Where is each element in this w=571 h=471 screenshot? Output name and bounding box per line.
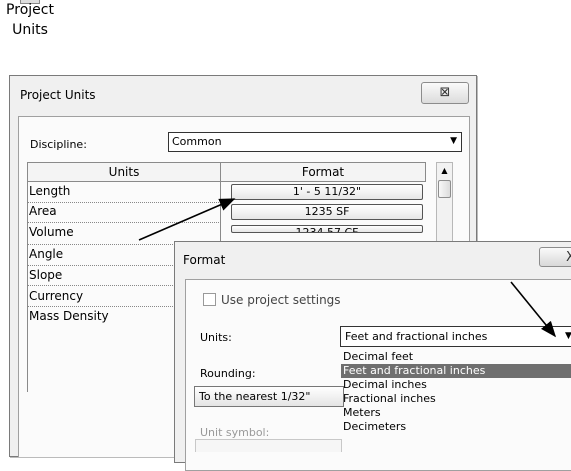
arrow-to-length-format: [138, 198, 236, 241]
annotation-arrows: [138, 198, 557, 338]
arrow-to-units-dropdown: [510, 281, 557, 338]
